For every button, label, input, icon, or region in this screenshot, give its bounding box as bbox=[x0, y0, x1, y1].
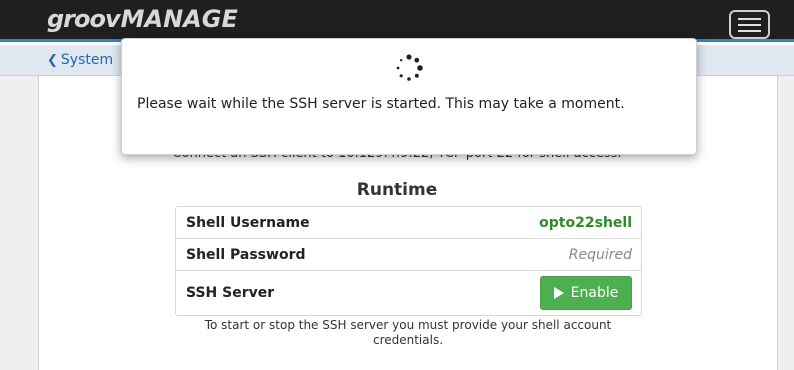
credentials-footnote: To start or stop the SSH server you must… bbox=[204, 318, 612, 347]
back-link-label: System bbox=[60, 52, 114, 68]
shell-username-value: opto22shell bbox=[539, 214, 632, 231]
shell-username-label: Shell Username bbox=[186, 214, 310, 231]
hamburger-menu-icon[interactable] bbox=[729, 10, 770, 39]
table-row-shell-username: Shell Username opto22shell bbox=[176, 207, 641, 239]
enable-button-label: Enable bbox=[570, 285, 619, 301]
chevron-left-icon: ❮ bbox=[47, 52, 58, 68]
table-row-ssh-server: SSH Server Enable bbox=[176, 271, 641, 315]
top-navbar: groovMANAGE bbox=[0, 0, 794, 42]
loading-spinner-icon bbox=[396, 54, 423, 81]
back-to-system-link[interactable]: ❮ System bbox=[47, 52, 113, 68]
shell-password-label: Shell Password bbox=[186, 246, 306, 263]
menu-line bbox=[738, 17, 761, 20]
menu-line bbox=[738, 23, 761, 26]
menu-line bbox=[738, 29, 761, 32]
enable-ssh-button[interactable]: Enable bbox=[540, 276, 632, 310]
shell-password-value[interactable]: Required bbox=[569, 247, 632, 263]
logo-primary: groov bbox=[47, 5, 121, 33]
runtime-table: Shell Username opto22shell Shell Passwor… bbox=[175, 206, 642, 316]
modal-message: Please wait while the SSH server is star… bbox=[137, 96, 625, 112]
play-icon bbox=[553, 287, 564, 299]
table-row-shell-password[interactable]: Shell Password Required bbox=[176, 239, 641, 271]
app-logo[interactable]: groovMANAGE bbox=[47, 5, 238, 33]
ssh-server-label: SSH Server bbox=[186, 285, 275, 301]
logo-secondary: MANAGE bbox=[120, 5, 238, 33]
ssh-starting-modal: Please wait while the SSH server is star… bbox=[121, 38, 697, 155]
runtime-section-title: Runtime bbox=[356, 180, 438, 200]
